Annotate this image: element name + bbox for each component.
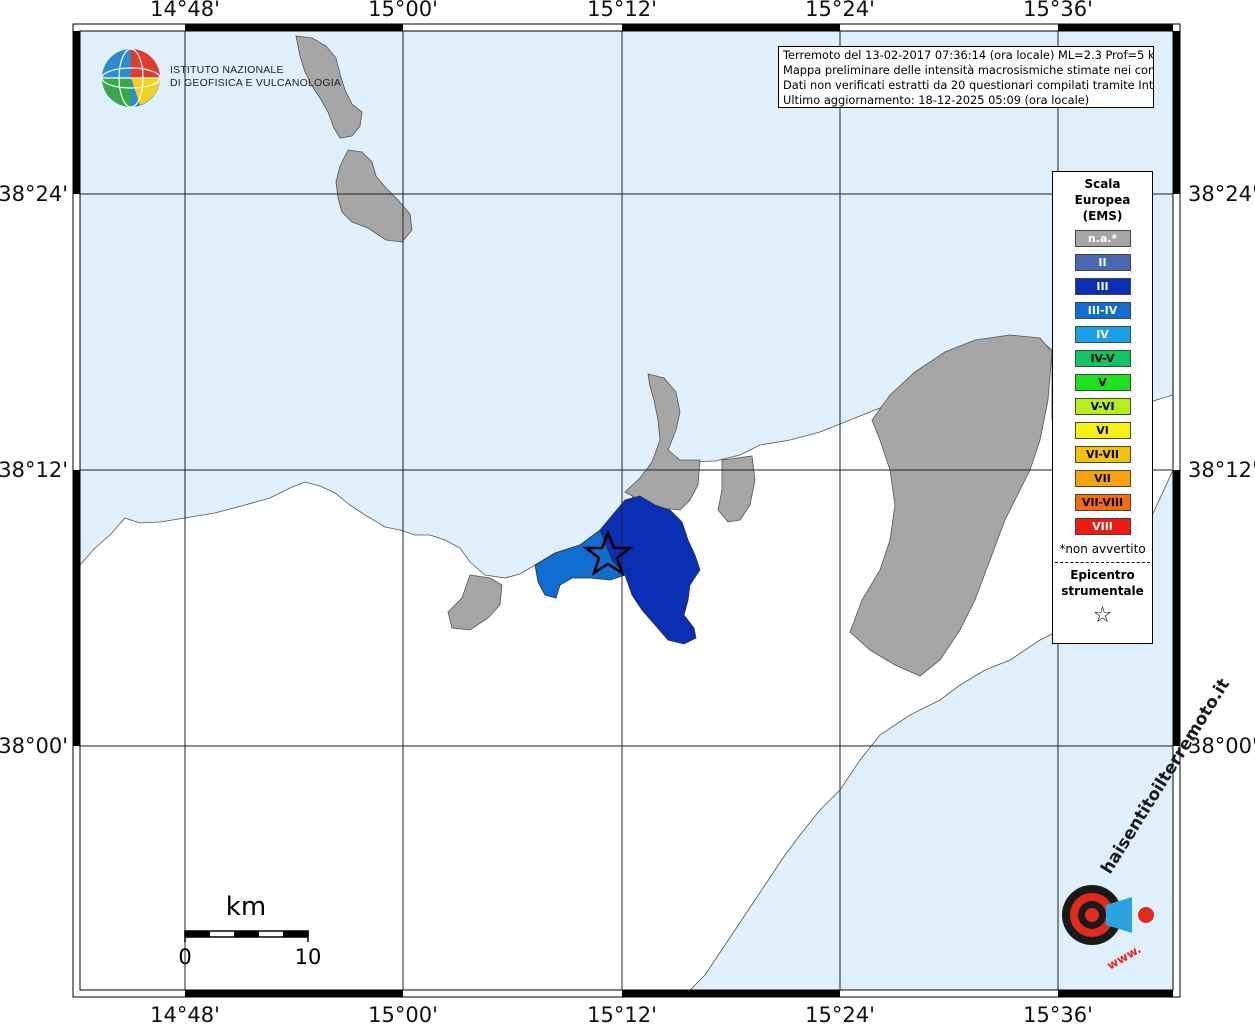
ingv-name: ISTITUTO NAZIONALE DI GEOFISICA E VULCAN…: [170, 64, 341, 90]
legend-epicentre-line1: Epicentro: [1070, 568, 1135, 582]
scale-bar-end: 10: [295, 945, 322, 969]
legend-star-icon: ☆: [1092, 603, 1113, 628]
lon-label-top-2: 15°00': [368, 0, 438, 21]
ingv-logo-icon: [101, 48, 161, 108]
legend-title: Scala Europea (EMS): [1053, 176, 1152, 224]
legend-title-line2: Europea: [1074, 193, 1131, 207]
lat-label-left-2: 38°12': [0, 458, 68, 482]
legend-item: VII-VIII: [1074, 494, 1131, 511]
scale-bar-start: 0: [178, 945, 191, 969]
lat-label-right-1: 38°24': [1188, 182, 1255, 206]
lon-label-bottom-3: 15°12': [587, 1003, 657, 1024]
legend-item: V: [1074, 374, 1131, 391]
scale-bar-unit: km: [226, 892, 266, 922]
lon-label-bottom-5: 15°36': [1023, 1003, 1093, 1024]
event-info-box: Terremoto del 13-02-2017 07:36:14 (ora l…: [778, 46, 1154, 108]
legend-item: VI: [1074, 422, 1131, 439]
lat-label-left-1: 38°24': [0, 182, 68, 206]
lon-label-top-1: 14°48': [150, 0, 220, 21]
legend-item: VII: [1074, 470, 1131, 487]
legend-item: VIII: [1074, 518, 1131, 535]
legend-title-line1: Scala: [1084, 177, 1121, 191]
legend-item: IV-V: [1074, 350, 1131, 367]
legend-item: III-IV: [1074, 302, 1131, 319]
event-info-line4: Ultimo aggiornamento: 18-12-2025 05:09 (…: [783, 93, 1090, 107]
legend-items: n.a.* II III III-IV IV IV-V V V-VI VI VI-VII VII VI…: [1053, 230, 1152, 535]
lat-label-left-3: 38°00': [0, 734, 68, 758]
lon-label-bottom-2: 15°00': [368, 1003, 438, 1024]
legend-item: n.a.*: [1074, 230, 1131, 247]
event-info-line3: Dati non verificati estratti da 20 quest…: [783, 78, 1154, 92]
intensity-legend: Scala Europea (EMS) n.a.* II III III-IV IV IV…: [1052, 171, 1153, 644]
legend-item: V-VI: [1074, 398, 1131, 415]
ingv-name-line1: ISTITUTO NAZIONALE: [170, 64, 284, 76]
legend-item: VI-VII: [1074, 446, 1131, 463]
ingv-name-line2: DI GEOFISICA E VULCANOLOGIA: [170, 77, 342, 89]
legend-item: IV: [1074, 326, 1131, 343]
legend-item: III: [1074, 278, 1131, 295]
legend-item: II: [1074, 254, 1131, 271]
legend-separator: [1055, 562, 1150, 563]
event-info-line1: Terremoto del 13-02-2017 07:36:14 (ora l…: [783, 48, 1154, 62]
lon-label-top-3: 15°12': [587, 0, 657, 21]
lon-label-bottom-4: 15°24': [805, 1003, 875, 1024]
lat-label-right-2: 38°12': [1188, 458, 1255, 482]
legend-note: *non avvertito: [1059, 542, 1146, 556]
lon-label-top-5: 15°36': [1023, 0, 1093, 21]
legend-epicentre-label: Epicentro strumentale: [1053, 567, 1152, 599]
event-info-line2: Mappa preliminare delle intensità macros…: [783, 63, 1154, 77]
legend-title-line3: (EMS): [1082, 209, 1123, 223]
lon-label-bottom-1: 14°48': [150, 1003, 220, 1024]
lon-label-top-4: 15°24': [805, 0, 875, 21]
legend-epicentre-line2: strumentale: [1061, 584, 1144, 598]
